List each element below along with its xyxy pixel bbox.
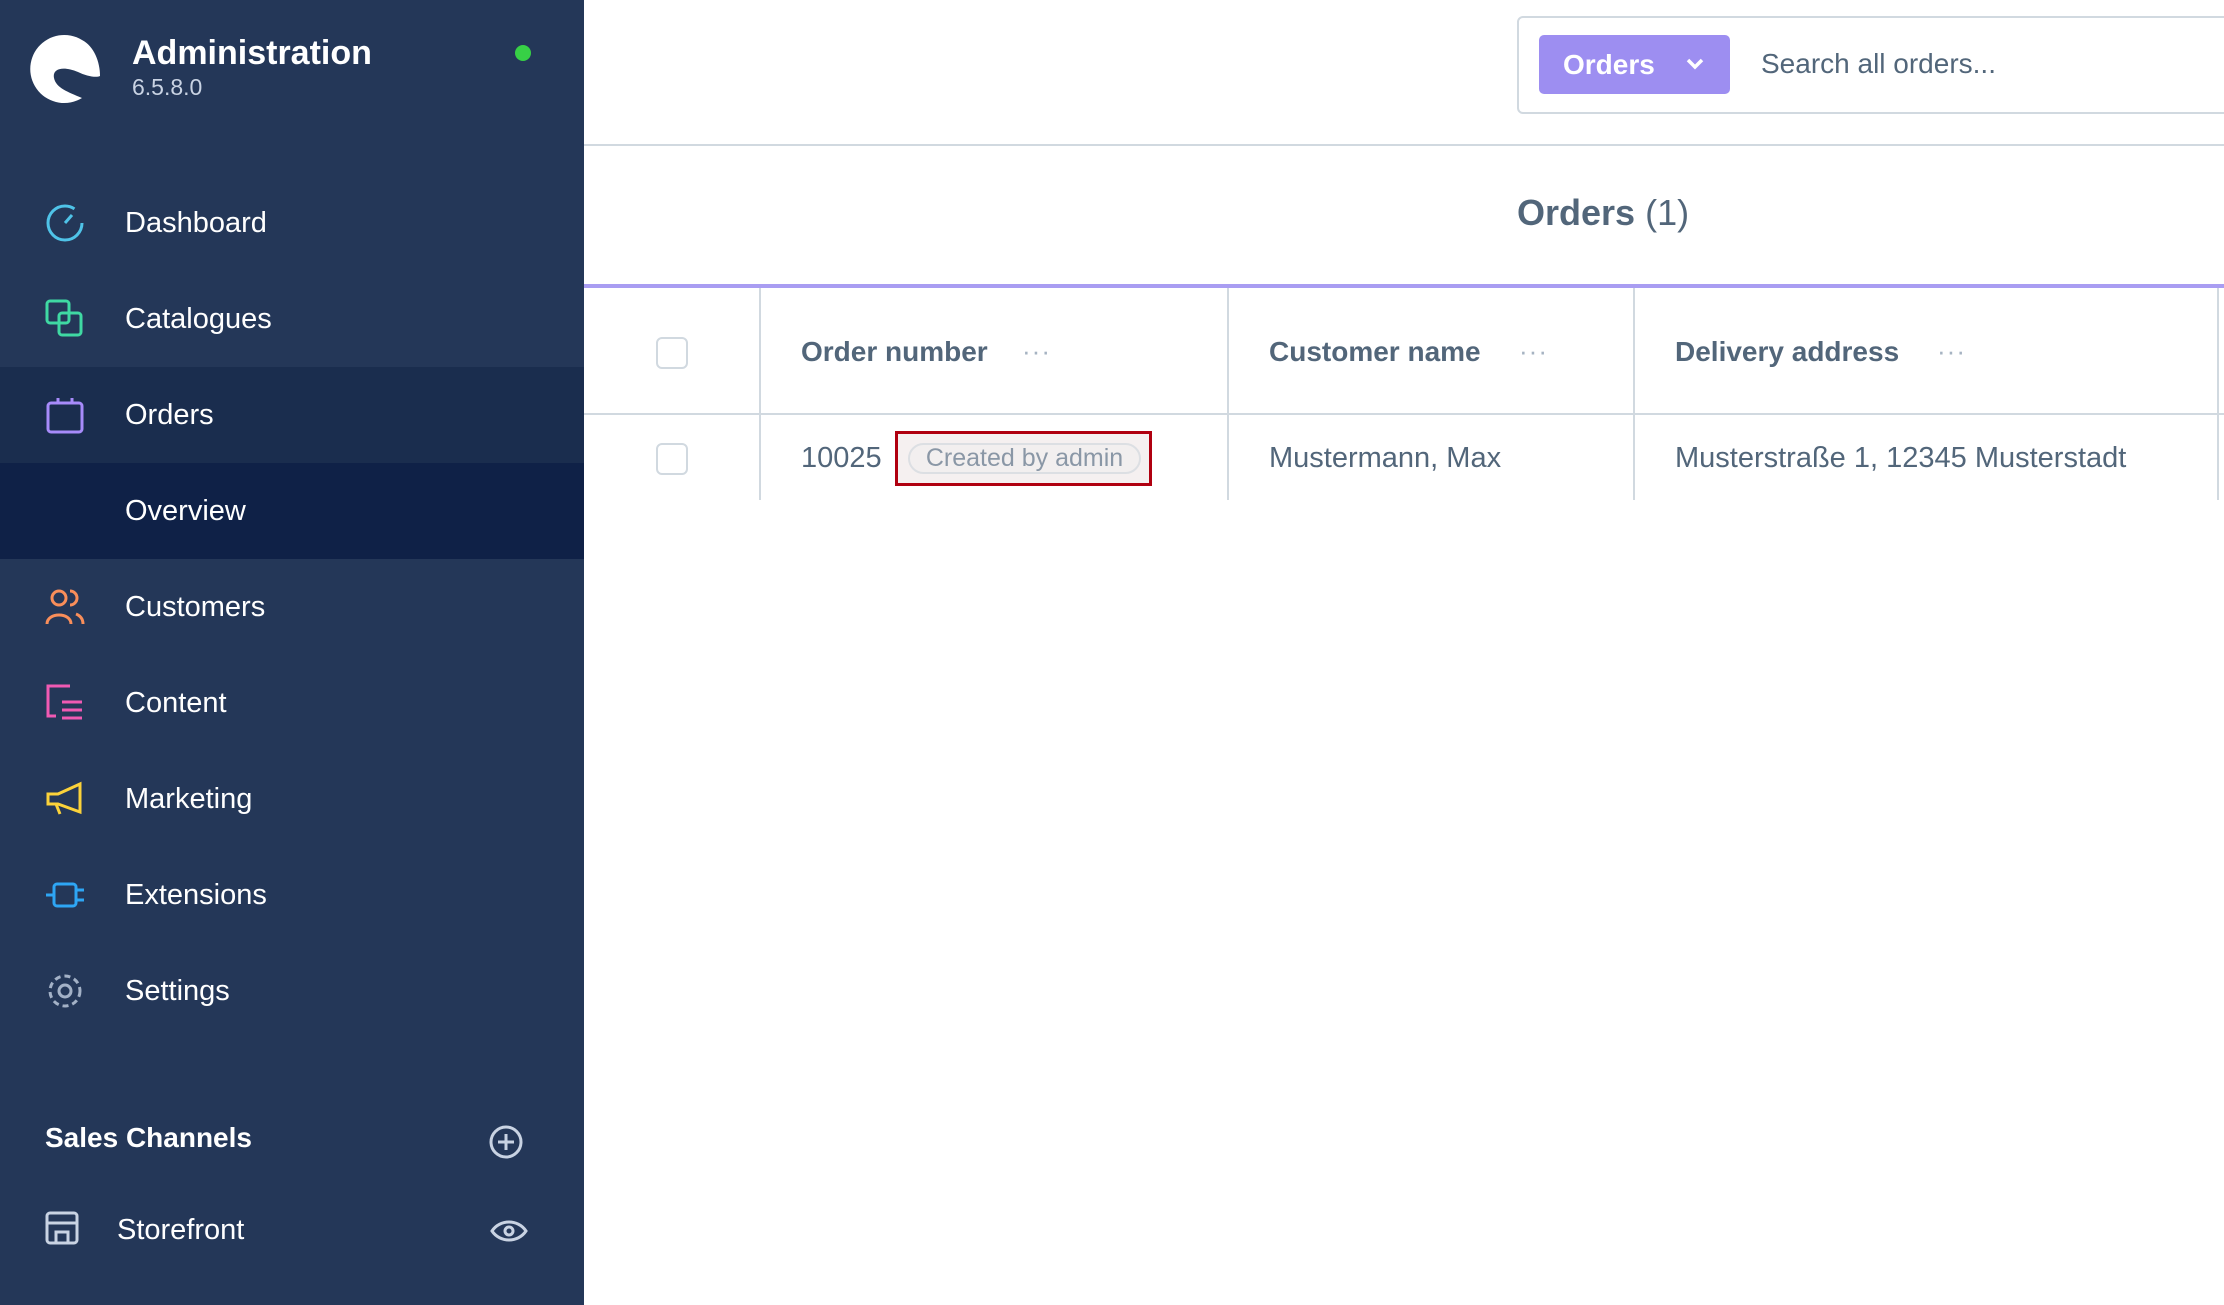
sidebar-item-settings[interactable]: Settings [0, 943, 584, 1039]
sidebar-item-label: Orders [125, 398, 214, 431]
row-checkbox[interactable] [656, 443, 688, 475]
customers-icon [45, 589, 85, 625]
column-divider [759, 288, 761, 500]
megaphone-icon [46, 781, 82, 815]
order-count: (1) [1645, 192, 1690, 233]
column-divider [1633, 288, 1635, 500]
sidebar-item-label: Marketing [125, 782, 253, 815]
dashboard-icon [46, 204, 84, 242]
search-input[interactable]: Search all orders... [1761, 48, 1996, 80]
sidebar-item-extensions[interactable]: Extensions [0, 847, 584, 943]
created-by-admin-badge: Created by admin [908, 443, 1141, 474]
sidebar-item-label: Dashboard [125, 206, 267, 239]
app-version: 6.5.8.0 [132, 74, 203, 100]
content-icon [46, 684, 82, 720]
sidebar: Administration 6.5.8.0 Dashboard Catalog… [0, 0, 584, 1305]
status-indicator [515, 45, 531, 61]
storefront-icon [45, 1211, 79, 1245]
sidebar-item-content[interactable]: Content [0, 655, 584, 751]
plug-icon [46, 882, 84, 908]
column-divider [2217, 288, 2219, 500]
customer-name: Mustermann, Max [1269, 442, 1502, 474]
sidebar-item-catalogues[interactable]: Catalogues [0, 271, 584, 367]
highlight-box: Created by admin [895, 431, 1152, 486]
column-header-customer-name[interactable]: Customer name [1269, 336, 1481, 368]
shopping-bag-icon [46, 398, 84, 434]
delivery-address: Musterstraße 1, 12345 Musterstadt [1675, 442, 2127, 474]
sidebar-item-dashboard[interactable]: Dashboard [0, 175, 584, 271]
page-title: Orders (1) [1517, 192, 1690, 234]
catalogue-icon [45, 299, 83, 337]
gear-icon [48, 974, 82, 1008]
select-all-checkbox[interactable] [656, 337, 688, 369]
sidebar-item-label: Catalogues [125, 302, 272, 335]
sidebar-item-label: Settings [125, 974, 230, 1007]
column-menu-icon[interactable]: ··· [1519, 336, 1548, 367]
sidebar-item-label: Extensions [125, 878, 267, 911]
sidebar-item-marketing[interactable]: Marketing [0, 751, 584, 847]
order-number-link[interactable]: 10025 [801, 442, 882, 475]
column-header-delivery-address[interactable]: Delivery address [1675, 336, 1899, 368]
search-type-dropdown[interactable]: Orders [1539, 35, 1730, 94]
column-menu-icon[interactable]: ··· [1937, 336, 1966, 367]
sidebar-item-overview[interactable]: Overview [0, 463, 584, 559]
page-title-text: Orders [1517, 192, 1636, 233]
app-title: Administration [132, 34, 372, 72]
search-type-label: Orders [1563, 48, 1655, 80]
sidebar-item-label: Customers [125, 590, 266, 623]
sidebar-item-orders[interactable]: Orders [0, 367, 584, 463]
column-menu-icon[interactable]: ··· [1022, 336, 1051, 367]
sidebar-item-label: Content [125, 686, 227, 719]
sidebar-item-customers[interactable]: Customers [0, 559, 584, 655]
eye-icon[interactable] [490, 1218, 528, 1244]
column-divider [1227, 288, 1229, 500]
sales-channel-label: Storefront [117, 1214, 245, 1246]
sales-channels-heading: Sales Channels [45, 1122, 252, 1153]
shopware-logo-icon [30, 35, 101, 104]
row-divider [584, 498, 2224, 500]
column-header-order-number[interactable]: Order number [801, 336, 988, 368]
chevron-down-icon [1686, 58, 1704, 70]
add-sales-channel-icon[interactable] [488, 1124, 524, 1160]
sidebar-item-label: Overview [125, 494, 246, 527]
sales-channel-storefront[interactable]: Storefront [0, 1190, 584, 1270]
